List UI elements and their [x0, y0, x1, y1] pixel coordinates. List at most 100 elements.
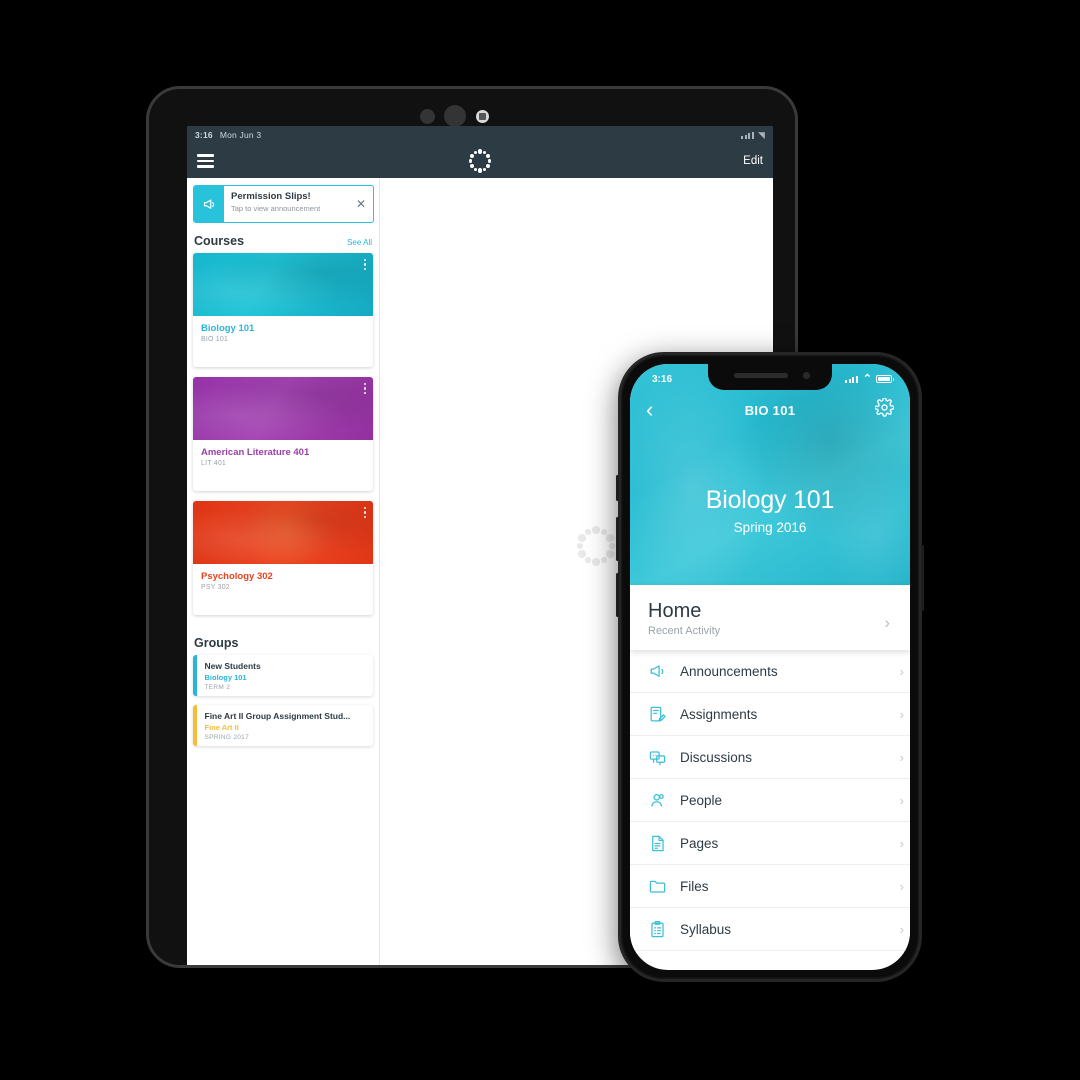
phone-notch [708, 364, 832, 390]
phone-device: 3:16 ⌃ ‹ BIO 101 Biology 101 Spring 2016… [616, 352, 924, 982]
course-card-image [193, 501, 373, 564]
course-card-list: Biology 101 BIO 101 American Literature 40… [187, 253, 379, 615]
group-course: Fine Art II [204, 723, 239, 732]
announcement-banner[interactable]: Permission Slips! Tap to view announceme… [193, 185, 374, 223]
cellular-signal-icon [741, 131, 754, 139]
menu-item-label: Files [680, 878, 709, 894]
group-name: New Students [204, 661, 261, 671]
course-card[interactable]: Psychology 302 PSY 302 [193, 501, 373, 615]
phone-screen: 3:16 ⌃ ‹ BIO 101 Biology 101 Spring 2016… [630, 364, 910, 970]
back-chevron-icon[interactable]: ‹ [646, 399, 653, 421]
logo-dot [606, 550, 614, 558]
logo-dot [486, 154, 491, 159]
course-card-code: BIO 101 [201, 336, 229, 343]
menu-item-people[interactable]: People › [630, 779, 910, 822]
courses-see-all-link[interactable]: See All [347, 238, 372, 247]
course-card-name: Biology 101 [201, 323, 255, 334]
group-card[interactable]: Fine Art II Group Assignment Stud... Fine… [193, 705, 373, 746]
logo-dot [577, 543, 583, 549]
status-date: Mon Jun 3 [219, 130, 262, 140]
logo-dot [469, 163, 474, 168]
clipboard-icon [648, 920, 667, 939]
chevron-right-icon: › [899, 921, 904, 937]
cellular-signal-icon [845, 375, 858, 383]
page-document-icon [648, 834, 667, 853]
course-hero-text: Biology 101 Spring 2016 [630, 486, 910, 535]
announcement-title: Permission Slips! [231, 191, 311, 202]
course-card-name: American Literature 401 [201, 447, 310, 458]
courses-section-header: Courses See All [187, 223, 379, 253]
assignment-edit-icon [648, 705, 667, 724]
chevron-right-icon: › [899, 878, 904, 894]
group-card[interactable]: New Students Biology 101 TERM 2 [193, 655, 373, 696]
logo-dot [473, 151, 477, 155]
chevron-right-icon: › [899, 835, 904, 851]
chevron-right-icon: › [899, 749, 904, 765]
course-name: Biology 101 [705, 486, 835, 514]
announcement-subtitle: Tap to view announcement [231, 203, 321, 213]
course-code-title: BIO 101 [744, 402, 796, 418]
logo-dot [578, 550, 586, 558]
canvas-loading-spinner [574, 524, 618, 568]
status-time: 3:16 [195, 130, 213, 140]
course-card[interactable]: Biology 101 BIO 101 [193, 253, 373, 367]
announcement-text: Permission Slips! Tap to view announceme… [224, 186, 349, 222]
logo-dot [601, 557, 607, 563]
kebab-menu-icon[interactable] [363, 507, 366, 520]
group-term: TERM 2 [204, 684, 231, 691]
folder-icon [648, 877, 667, 896]
tablet-sidebar-dashboard: Permission Slips! Tap to view announceme… [187, 178, 379, 965]
home-title: Home [648, 600, 702, 622]
course-card[interactable]: American Literature 401 LIT 401 [193, 377, 373, 491]
home-subtitle: Recent Activity [648, 625, 721, 637]
phone-power-button[interactable] [921, 545, 924, 611]
menu-item-label: Pages [680, 835, 719, 851]
logo-dot [592, 526, 600, 534]
chevron-right-icon: › [899, 792, 904, 808]
hamburger-menu-icon[interactable] [197, 151, 214, 171]
logo-dot [592, 558, 600, 566]
course-card-image [193, 377, 373, 440]
course-card-image [193, 253, 373, 316]
menu-item-files[interactable]: Files › [630, 865, 910, 908]
menu-item-pages[interactable]: Pages › [630, 822, 910, 865]
logo-dot [609, 543, 615, 549]
logo-dot [578, 534, 586, 542]
people-icon [648, 791, 667, 810]
logo-dot [601, 529, 607, 535]
course-card-body: Psychology 302 PSY 302 [193, 564, 373, 615]
course-card-code: PSY 302 [201, 584, 230, 591]
logo-dot [585, 529, 591, 535]
menu-item-syllabus[interactable]: Syllabus › [630, 908, 910, 951]
course-card-body: American Literature 401 LIT 401 [193, 440, 373, 491]
logo-dot [469, 154, 474, 159]
tablet-camera-icon [444, 105, 466, 127]
menu-item-discussions[interactable]: Discussions › [630, 736, 910, 779]
edit-button[interactable]: Edit [743, 155, 763, 167]
battery-icon [876, 375, 894, 383]
tablet-light-sensor-icon [476, 110, 489, 123]
group-name: Fine Art II Group Assignment Stud... [204, 711, 351, 721]
logo-dot [486, 163, 491, 168]
gear-icon[interactable] [874, 397, 895, 422]
chevron-right-icon: › [899, 706, 904, 722]
canvas-logo-icon [467, 148, 493, 174]
home-recent-activity-card[interactable]: Home Recent Activity › [630, 585, 910, 650]
kebab-menu-icon[interactable] [363, 383, 366, 396]
menu-item-assignments[interactable]: Assignments › [630, 693, 910, 736]
groups-title: Groups [194, 636, 239, 650]
group-term: SPRING 2017 [204, 734, 249, 741]
menu-item-announcements[interactable]: Announcements › [630, 650, 910, 693]
phone-mute-button[interactable] [616, 475, 619, 501]
phone-volume-down-button[interactable] [616, 573, 619, 617]
tablet-status-bar: 3:16 Mon Jun 3 ◥ [187, 126, 773, 144]
menu-item-label: Assignments [680, 706, 758, 722]
logo-dot [468, 159, 472, 163]
logo-dot [606, 534, 614, 542]
kebab-menu-icon[interactable] [363, 259, 366, 272]
close-icon[interactable]: ✕ [349, 186, 373, 222]
phone-top-bar: ‹ BIO 101 [630, 390, 910, 430]
phone-volume-up-button[interactable] [616, 517, 619, 561]
logo-dot [473, 167, 477, 171]
tablet-navigation-bar: Edit [187, 144, 773, 178]
